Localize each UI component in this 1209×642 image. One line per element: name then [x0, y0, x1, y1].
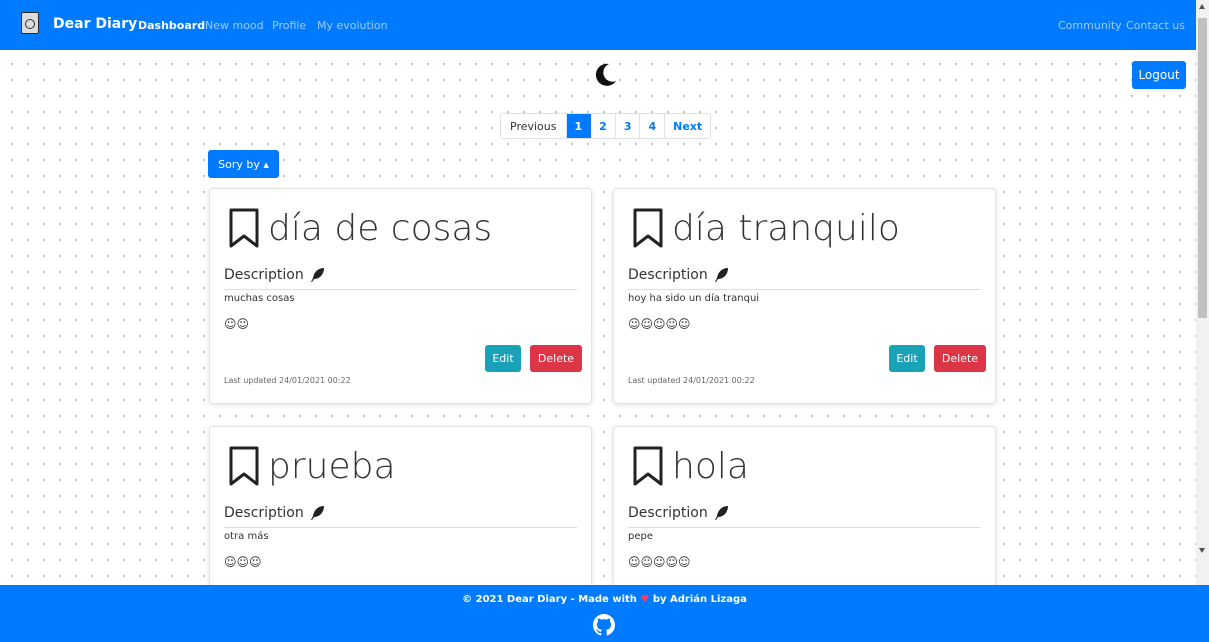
pagination-page-2[interactable]: 2 [591, 114, 616, 138]
description-text: otra más [224, 531, 269, 542]
feather-icon [310, 268, 324, 282]
mood-card: día tranquilo Description hoy ha sido un… [613, 188, 996, 404]
bookmark-icon [229, 446, 259, 486]
mood-card: día de cosas Description muchas cosas ☺☺… [209, 188, 592, 404]
footer-text-before: © 2021 Dear Diary - Made with [462, 594, 637, 605]
scroll-up-arrow-icon[interactable] [1199, 4, 1205, 9]
mood-card: prueba Description otra más ☺☺☺ [209, 426, 592, 585]
last-updated: Last updated 24/01/2021 00:22 [224, 376, 351, 385]
nav-profile[interactable]: Profile [272, 19, 306, 32]
scroll-down-arrow-icon[interactable] [1199, 548, 1205, 553]
description-text: hoy ha sido un día tranqui [628, 293, 760, 304]
dashboard-main: Logout Previous 1 2 3 4 Next Sory by ▴ d… [0, 50, 1196, 585]
pagination-page-3[interactable]: 3 [616, 114, 641, 138]
nav-new-mood[interactable]: New mood [205, 19, 264, 32]
pagination-page-1[interactable]: 1 [566, 114, 592, 138]
mood-faces: ☺☺ [224, 317, 250, 331]
card-title: día de cosas [268, 207, 493, 249]
logout-button[interactable]: Logout [1132, 61, 1186, 89]
bookmark-icon [633, 208, 663, 248]
mood-faces: ☺☺☺☺☺ [628, 317, 691, 331]
github-icon[interactable] [593, 614, 615, 636]
brand[interactable]: Dear Diary [53, 16, 137, 32]
nav-dashboard[interactable]: Dashboard [138, 19, 205, 32]
description-text: pepe [628, 531, 653, 542]
pagination-page-4[interactable]: 4 [640, 114, 666, 138]
nav-contact-us[interactable]: Contact us [1126, 19, 1185, 32]
pagination: Previous 1 2 3 4 Next [500, 113, 712, 139]
footer-credit: © 2021 Dear Diary - Made with ♥ by Adriá… [0, 594, 1209, 605]
feather-icon [714, 506, 728, 520]
moon-icon[interactable] [592, 62, 618, 88]
navbar: Dear Diary Dashboard New mood Profile My… [0, 0, 1196, 50]
vertical-scrollbar[interactable] [1196, 0, 1209, 585]
mood-faces: ☺☺☺☺☺ [628, 555, 691, 569]
delete-button[interactable]: Delete [530, 345, 582, 372]
footer: © 2021 Dear Diary - Made with ♥ by Adriá… [0, 585, 1209, 642]
diary-logo-icon[interactable] [21, 12, 39, 34]
pagination-next[interactable]: Next [665, 114, 710, 138]
card-title: prueba [268, 445, 396, 487]
nav-community[interactable]: Community [1058, 19, 1122, 32]
sort-by-button[interactable]: Sory by ▴ [208, 150, 279, 178]
last-updated: Last updated 24/01/2021 00:22 [628, 376, 755, 385]
description-label: Description [628, 505, 708, 521]
mood-faces: ☺☺☺ [224, 555, 262, 569]
bookmark-icon [633, 446, 663, 486]
nav-my-evolution[interactable]: My evolution [317, 19, 388, 32]
description-label: Description [628, 267, 708, 283]
delete-button[interactable]: Delete [934, 345, 986, 372]
bookmark-icon [229, 208, 259, 248]
card-title: día tranquilo [672, 207, 900, 249]
feather-icon [714, 268, 728, 282]
card-title: hola [672, 445, 749, 487]
edit-button[interactable]: Edit [485, 345, 521, 372]
mood-card: hola Description pepe ☺☺☺☺☺ [613, 426, 996, 585]
footer-author[interactable]: by Adrián Lizaga [653, 594, 747, 605]
scroll-thumb[interactable] [1198, 18, 1207, 318]
edit-button[interactable]: Edit [889, 345, 925, 372]
description-text: muchas cosas [224, 293, 295, 304]
description-label: Description [224, 267, 304, 283]
description-label: Description [224, 505, 304, 521]
pagination-previous[interactable]: Previous [501, 114, 567, 138]
heart-icon: ♥ [640, 594, 650, 605]
feather-icon [310, 506, 324, 520]
